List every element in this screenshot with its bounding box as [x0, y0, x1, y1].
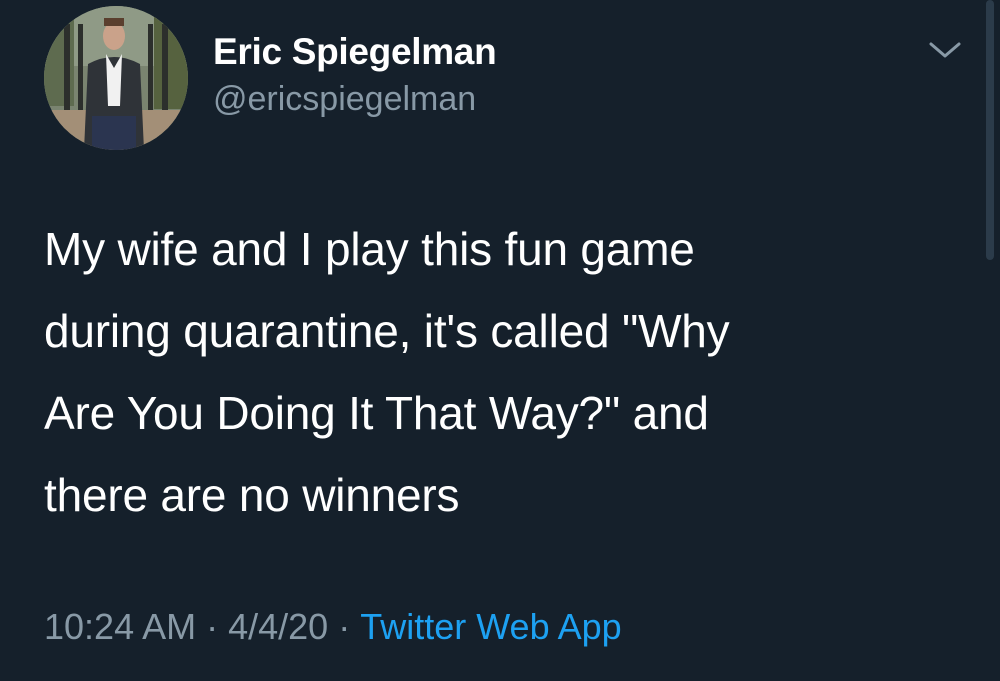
separator: · [206, 606, 219, 647]
separator: · [338, 606, 351, 647]
tweet-time[interactable]: 10:24 AM [44, 606, 196, 647]
tweet-metadata: 10:24 AM · 4/4/20 · Twitter Web App [44, 604, 622, 650]
tweet-text-line: there are no winners [44, 469, 460, 521]
tweet-text-line: during quarantine, it's called "Why [44, 305, 730, 357]
tweet: Eric Spiegelman @ericspiegelman My wife … [0, 0, 1000, 681]
tweet-source-link[interactable]: Twitter Web App [360, 606, 621, 647]
tweet-text-line: My wife and I play this fun game [44, 223, 695, 275]
scrollbar[interactable] [986, 0, 994, 260]
chevron-down-icon[interactable] [928, 40, 962, 60]
author[interactable]: Eric Spiegelman @ericspiegelman [213, 30, 497, 120]
display-name[interactable]: Eric Spiegelman [213, 30, 497, 74]
tweet-text-line: Are You Doing It That Way?" and [44, 387, 709, 439]
tweet-date[interactable]: 4/4/20 [228, 606, 328, 647]
avatar[interactable] [44, 6, 188, 150]
handle[interactable]: @ericspiegelman [213, 78, 496, 120]
tweet-text: My wife and I play this fun game during … [44, 208, 944, 536]
